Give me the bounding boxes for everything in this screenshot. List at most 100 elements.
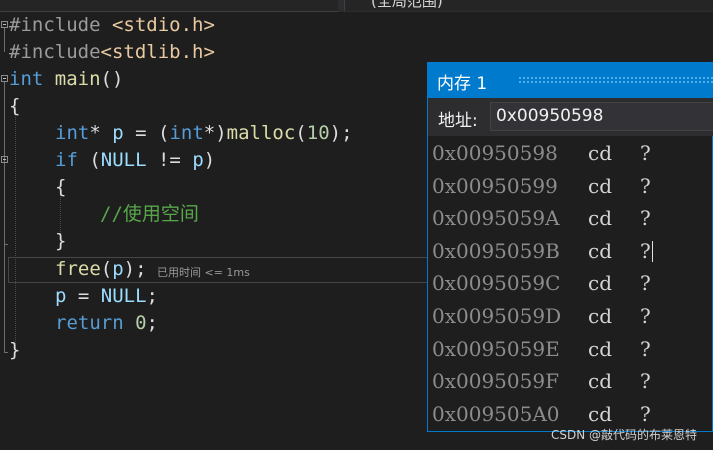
punctuation: != bbox=[146, 149, 193, 171]
brace: } bbox=[55, 230, 67, 252]
memory-hex-value[interactable]: cd bbox=[588, 267, 612, 300]
memory-address: 0x0095059C bbox=[432, 271, 561, 296]
variable: p bbox=[55, 285, 67, 307]
memory-hex-value[interactable]: cd bbox=[588, 333, 612, 366]
outline-end bbox=[4, 244, 8, 245]
memory-row[interactable]: 0x0095059B cd? bbox=[428, 235, 713, 268]
collapse-icon[interactable] bbox=[1, 21, 8, 28]
code-line-9: } bbox=[55, 228, 66, 255]
memory-char-value[interactable]: ? bbox=[640, 202, 651, 235]
punctuation: = bbox=[66, 285, 101, 307]
punctuation: ); bbox=[123, 258, 147, 280]
memory-row[interactable]: 0x0095059A cd? bbox=[428, 202, 713, 235]
memory-address: 0x0095059B bbox=[432, 238, 560, 263]
preprocessor-directive: #include bbox=[9, 41, 101, 63]
memory-row[interactable]: 0x0095059F cd? bbox=[428, 365, 713, 398]
watermark: CSDN @敲代码的布莱恩特 bbox=[550, 428, 697, 442]
punctuation: ( bbox=[77, 149, 101, 171]
memory-row[interactable]: 0x0095059C cd? bbox=[428, 267, 713, 300]
collapse-icon[interactable] bbox=[1, 156, 8, 163]
include-header: <stdio.h> bbox=[111, 14, 215, 36]
memory-hex-value[interactable]: cd bbox=[588, 365, 612, 398]
code-line-3: int main() bbox=[9, 66, 123, 93]
variable: p bbox=[192, 149, 204, 171]
memory-address: 0x0095059F bbox=[432, 369, 559, 394]
comment: //使用空间 bbox=[100, 203, 199, 225]
brace: { bbox=[55, 176, 67, 198]
variable: p bbox=[112, 258, 124, 280]
code-line-7: { bbox=[55, 174, 66, 201]
address-input[interactable]: 0x00950598 bbox=[490, 102, 713, 131]
memory-window[interactable]: 内存 1 地址: 0x00950598 0x00950598 cd? 0x00950… bbox=[427, 62, 713, 432]
memory-address: 0x0095059E bbox=[432, 336, 560, 361]
memory-hex-value[interactable]: cd bbox=[588, 137, 612, 170]
document-tab-strip: (全局范围) bbox=[0, 0, 713, 12]
memory-address: 0x00950599 bbox=[432, 173, 558, 198]
outline-line bbox=[4, 163, 5, 244]
file-tab[interactable] bbox=[0, 0, 338, 12]
code-line-8: //使用空间 bbox=[100, 201, 199, 228]
keyword: int bbox=[169, 122, 204, 144]
memory-char-value[interactable]: ? bbox=[640, 170, 651, 203]
scope-dropdown-label: (全局范围) bbox=[371, 0, 443, 10]
number-literal: 10 bbox=[306, 122, 330, 144]
memory-row[interactable]: 0x0095059E cd? bbox=[428, 333, 713, 366]
memory-toolbar: 地址: 0x00950598 bbox=[428, 98, 713, 136]
memory-address: 0x0095059A bbox=[432, 206, 560, 231]
memory-address: 0x00950598 bbox=[432, 141, 558, 165]
punctuation: * bbox=[89, 122, 113, 144]
code-line-12: return 0; bbox=[55, 310, 158, 337]
indent-guide bbox=[15, 106, 16, 350]
function-name: main bbox=[54, 68, 101, 90]
memory-char-value[interactable]: ? bbox=[640, 333, 651, 366]
memory-char-value[interactable]: ? bbox=[640, 235, 651, 268]
memory-hex-value[interactable]: cd bbox=[588, 300, 612, 333]
memory-address: 0x009505A0 bbox=[432, 401, 560, 426]
macro-null: NULL bbox=[100, 285, 147, 307]
punctuation: () bbox=[100, 68, 124, 90]
address-label: 地址: bbox=[438, 111, 478, 131]
memory-char-value[interactable]: ? bbox=[640, 365, 651, 398]
drag-grip[interactable] bbox=[518, 76, 713, 85]
memory-hex-value[interactable]: cd bbox=[588, 235, 612, 268]
perf-tip: 已用时间 <= 1ms bbox=[157, 266, 250, 279]
code-line-13: } bbox=[9, 337, 20, 364]
scope-dropdown[interactable]: (全局范围) bbox=[344, 0, 713, 11]
code-line-6: if (NULL != p) bbox=[55, 147, 215, 174]
punctuation: ); bbox=[329, 122, 353, 144]
memory-row[interactable]: 0x00950598 cd? bbox=[428, 137, 713, 170]
keyword: int bbox=[55, 122, 90, 144]
code-line-5: int* p = (int*)malloc(10); bbox=[55, 120, 353, 147]
function-name: malloc bbox=[226, 122, 296, 144]
keyword: int bbox=[9, 68, 44, 90]
code-line-11: p = NULL; bbox=[55, 283, 158, 310]
code-line-10: free(p); bbox=[55, 256, 147, 283]
memory-hex-value[interactable]: cd bbox=[588, 170, 612, 203]
memory-rows[interactable]: 0x00950598 cd? 0x00950599 cd? 0x0095059A cd? 0… bbox=[428, 137, 713, 430]
memory-address: 0x0095059D bbox=[432, 303, 562, 328]
memory-row[interactable]: 0x0095059D cd? bbox=[428, 300, 713, 333]
variable: p bbox=[112, 122, 124, 144]
memory-char-value[interactable]: ? bbox=[640, 300, 651, 333]
memory-window-titlebar[interactable]: 内存 1 bbox=[428, 63, 713, 98]
text-caret bbox=[652, 240, 653, 262]
outline-end bbox=[4, 352, 8, 353]
punctuation: ) bbox=[203, 149, 216, 171]
punctuation: *) bbox=[203, 122, 227, 144]
function-name: free bbox=[55, 258, 101, 280]
code-line-4: { bbox=[9, 93, 20, 120]
code-line-2: #include<stdlib.h> bbox=[9, 39, 215, 66]
include-header: <stdlib.h> bbox=[100, 41, 215, 63]
memory-window-title: 内存 1 bbox=[437, 74, 488, 94]
punctuation: = ( bbox=[123, 122, 170, 144]
memory-row[interactable]: 0x00950599 cd? bbox=[428, 170, 713, 203]
preprocessor-directive: #include bbox=[9, 14, 101, 36]
code-line-1: #include <stdio.h> bbox=[9, 12, 215, 39]
outline-line bbox=[4, 28, 5, 52]
memory-char-value[interactable]: ? bbox=[640, 137, 651, 170]
memory-char-value[interactable]: ? bbox=[640, 267, 651, 300]
collapse-icon[interactable] bbox=[1, 75, 8, 82]
number-literal: 0 bbox=[135, 312, 147, 334]
punctuation: ( bbox=[295, 122, 307, 144]
memory-hex-value[interactable]: cd bbox=[588, 202, 612, 235]
